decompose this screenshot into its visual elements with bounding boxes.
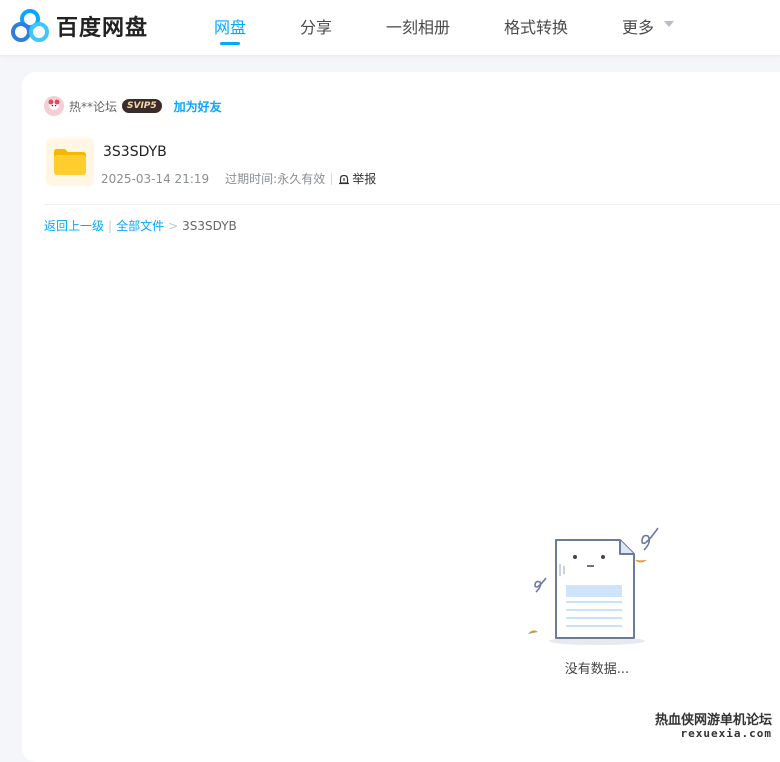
shared-folder-thumbnail[interactable] [46,138,94,186]
avatar-icon [44,96,64,116]
add-friend-link[interactable]: 加为好友 [174,98,222,115]
expiry-value: 永久有效 [277,170,325,187]
share-date: 2025-03-14 21:19 [101,172,209,186]
share-panel: 热**论坛 SVIP5 加为好友 3S3SDYB 2025-03-14 21:1… [22,72,780,762]
report-label: 举报 [352,170,376,187]
nav-tab-photo-album[interactable]: 一刻相册 [386,14,450,38]
nav-tab-format-convert[interactable]: 格式转换 [504,14,568,38]
owner-name: 热**论坛 [69,98,117,115]
chevron-down-icon[interactable] [664,21,674,27]
nav-tab-more[interactable]: 更多 [622,14,654,38]
nav-tab-share[interactable]: 分享 [300,14,332,38]
meta-divider [331,173,332,185]
breadcrumb-separator: | [108,219,112,233]
breadcrumb: 返回上一级 | 全部文件 > 3S3SDYB [44,217,237,234]
section-divider [44,204,780,205]
active-tab-indicator [220,42,240,45]
breadcrumb-all-files-link[interactable]: 全部文件 [116,217,164,234]
baidu-netdisk-logo-icon [10,8,50,44]
vip-badge: SVIP5 [122,99,162,113]
logo-text: 百度网盘 [56,10,148,42]
watermark-title: 热血侠网游单机论坛 [655,714,772,728]
empty-state-text: 没有数据... [522,658,672,677]
breadcrumb-arrow: > [168,219,178,233]
watermark-domain: rexuexia.com [655,728,772,740]
report-alarm-icon [338,173,350,185]
report-button[interactable]: 举报 [338,170,376,187]
nav-tab-netdisk[interactable]: 网盘 [214,14,246,38]
top-navigation-bar: 百度网盘 网盘 分享 一刻相册 格式转换 更多 [0,0,780,56]
expiry-label: 过期时间: [225,170,277,187]
empty-document-illustration [524,520,674,650]
breadcrumb-current-folder: 3S3SDYB [182,219,237,233]
folder-icon [52,147,88,177]
shared-file-meta: 2025-03-14 21:19 过期时间: 永久有效 举报 [101,170,376,187]
site-watermark: 热血侠网游单机论坛 rexuexia.com [655,714,772,740]
avatar[interactable] [44,96,64,116]
baidu-netdisk-logo[interactable]: 百度网盘 [10,8,148,44]
share-owner-row: 热**论坛 SVIP5 加为好友 [44,96,222,116]
breadcrumb-back-link[interactable]: 返回上一级 [44,217,104,234]
shared-folder-name[interactable]: 3S3SDYB [103,144,167,160]
